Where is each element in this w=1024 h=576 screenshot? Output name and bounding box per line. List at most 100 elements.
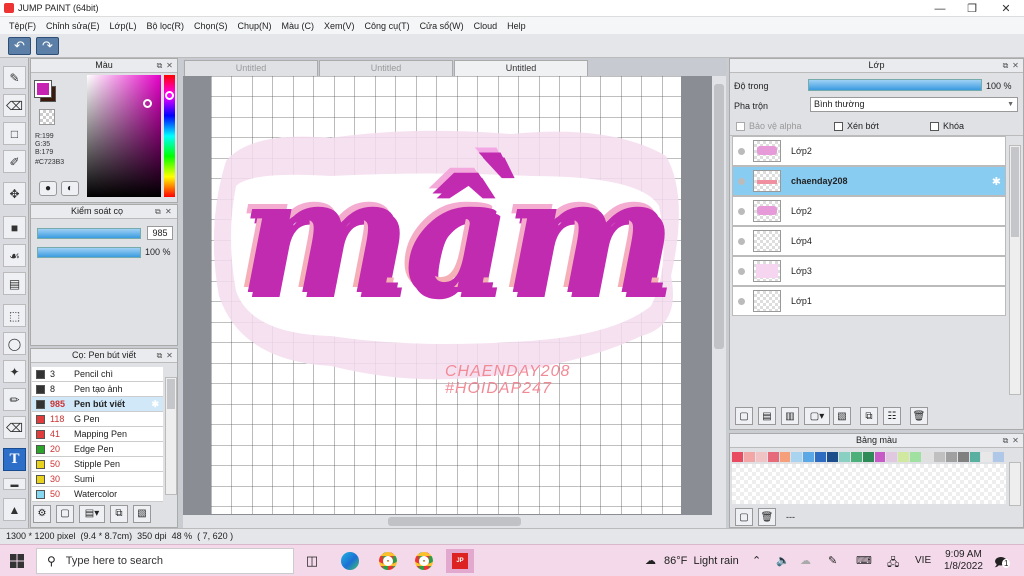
onedrive-icon[interactable]: ☁ [800,554,811,567]
tab-untitled-1[interactable]: Untitled [184,60,318,76]
weather-widget[interactable]: ☁ 86°F Light rain [645,554,739,568]
taskbar-search-box[interactable]: ⚲ Type here to search [36,548,294,574]
redo-button[interactable]: ↷ [36,37,59,55]
new-8bit-layer-icon[interactable]: ▥ [781,407,799,425]
brush-menu-icon[interactable]: ▤▾ [79,505,105,523]
notification-icon[interactable]: 🗩 1 [994,553,1011,574]
palette-scrollbar[interactable] [1009,462,1021,506]
layer-row[interactable]: Lớp4 [732,226,1006,256]
pen-icon[interactable]: ✎ [828,554,837,567]
menu-window[interactable]: Cửa sổ(W) [415,21,469,31]
brush-item[interactable]: 3 Pencil chì [32,367,163,382]
undo-button[interactable]: ↶ [8,37,31,55]
layer-list-scroll-thumb[interactable] [1011,147,1019,237]
layer-list-scrollbar[interactable] [1009,145,1021,395]
foreground-color-swatch[interactable] [34,80,52,98]
layer-row[interactable]: chaenday208 ✱ [732,166,1006,196]
clock[interactable]: 9:09 AM 1/8/2022 [944,549,983,573]
brush-size-value[interactable]: 985 [147,226,173,240]
canvas-vertical-scrollbar[interactable] [712,76,726,528]
palette-swatch[interactable] [969,452,981,462]
palette-swatch[interactable] [933,452,945,462]
delete-layer-icon[interactable]: 🗑 [910,407,928,425]
brush-opacity-slider[interactable] [37,247,141,258]
palette-swatch[interactable] [767,452,779,462]
brush-item[interactable]: 50 Stipple Pen [32,457,163,472]
visibility-icon[interactable] [738,177,745,185]
palette-swatch[interactable] [886,452,898,462]
settings-icon[interactable]: ✱ [992,175,1001,188]
tab-untitled-3[interactable]: Untitled [454,60,588,76]
palette-swatch[interactable] [957,452,969,462]
language-indicator[interactable]: VIE [915,555,931,566]
menu-filter[interactable]: Bộ lọc(R) [141,21,189,31]
visibility-icon[interactable] [738,297,745,305]
layer-row[interactable]: Lớp3 [732,256,1006,286]
visibility-icon[interactable] [738,237,745,245]
palette-swatch[interactable] [898,452,910,462]
float-icon[interactable]: ⧉ [155,61,164,70]
brush-item[interactable]: 118 G Pen [32,412,163,427]
tab-untitled-2[interactable]: Untitled [319,60,453,76]
hue-slider-cursor[interactable] [165,91,174,100]
brush-item[interactable]: 41 Mapping Pen [32,427,163,442]
jump-paint-icon[interactable]: JP [446,549,474,573]
brush-list-scrollbar[interactable] [165,377,177,495]
palette-empty-area[interactable] [732,464,1006,504]
close-icon[interactable]: ✕ [165,351,174,360]
fill-rect-tool-icon[interactable]: ■ [3,216,26,239]
palette-swatch[interactable] [743,452,755,462]
chrome-icon-2[interactable] [410,549,438,573]
brush-item[interactable]: 985 Pen bút viết ✱ [32,397,163,412]
artboard[interactable]: mầm CHAENDAY208 #HOIDAP247 [211,76,681,514]
edge-browser-icon[interactable] [336,549,364,573]
keyboard-icon[interactable]: ⌨ [856,554,872,567]
palette-swatch[interactable] [803,452,815,462]
palette-options-icon[interactable]: ◐ [61,181,79,196]
lock-checkbox[interactable]: Khóa [930,121,964,132]
palette-swatch[interactable] [827,452,838,462]
chrome-icon[interactable] [374,549,402,573]
palette-swatch[interactable] [838,452,850,462]
menu-cloud[interactable]: Cloud [469,21,503,31]
layer-opacity-slider[interactable] [808,79,982,91]
divider-tool-icon[interactable]: ▬ [3,478,26,490]
select-eraser-tool-icon[interactable]: ⌫ [3,416,26,439]
menu-capture[interactable]: Chụp(N) [233,21,277,31]
palette-icon[interactable]: ● [39,181,57,196]
rectangle-tool-icon[interactable]: □ [3,122,26,145]
brush-settings-icon[interactable]: ⚙ [33,505,51,523]
visibility-icon[interactable] [738,147,745,155]
move-tool-icon[interactable]: ✥ [3,182,26,205]
menu-edit[interactable]: Chỉnh sửa(E) [41,21,105,31]
palette-swatch[interactable] [874,452,886,462]
brush-tool-icon[interactable]: ✐ [3,150,26,173]
palette-swatch[interactable] [922,452,933,462]
rect-select-tool-icon[interactable]: ⬚ [3,304,26,327]
brush-item[interactable]: 8 Pen tạo ảnh [32,382,163,397]
palette-swatch[interactable] [779,452,791,462]
float-icon[interactable]: ⧉ [155,351,164,360]
lasso-tool-icon[interactable]: ◯ [3,332,26,355]
pen-tool-icon[interactable]: ✎ [3,66,26,89]
visibility-icon[interactable] [738,207,745,215]
horizontal-scroll-thumb[interactable] [388,517,521,526]
visibility-icon[interactable] [738,267,745,275]
brush-item[interactable]: 20 Edge Pen [32,442,163,457]
select-pen-tool-icon[interactable]: ✏ [3,388,26,411]
task-view-icon[interactable]: ◫ [298,549,326,573]
duplicate-layer-icon[interactable]: ⧉ [860,407,878,425]
palette-swatch[interactable] [945,452,957,462]
new-halftone-layer-icon[interactable]: ▤ [758,407,776,425]
brush-folder-icon[interactable]: ▧ [133,505,151,523]
blend-mode-select[interactable]: Bình thường ▼ [810,97,1018,112]
close-icon[interactable]: ✕ [165,207,174,216]
settings-icon[interactable]: ✱ [151,399,159,410]
palette-swatch[interactable] [850,452,862,462]
ink-tool-icon[interactable]: ▲ [3,498,26,521]
brush-size-slider[interactable] [37,228,141,239]
volume-icon[interactable]: 🔈 [776,554,790,567]
magic-wand-tool-icon[interactable]: ✦ [3,360,26,383]
palette-swatch[interactable] [755,452,767,462]
float-icon[interactable]: ⧉ [1001,436,1010,445]
